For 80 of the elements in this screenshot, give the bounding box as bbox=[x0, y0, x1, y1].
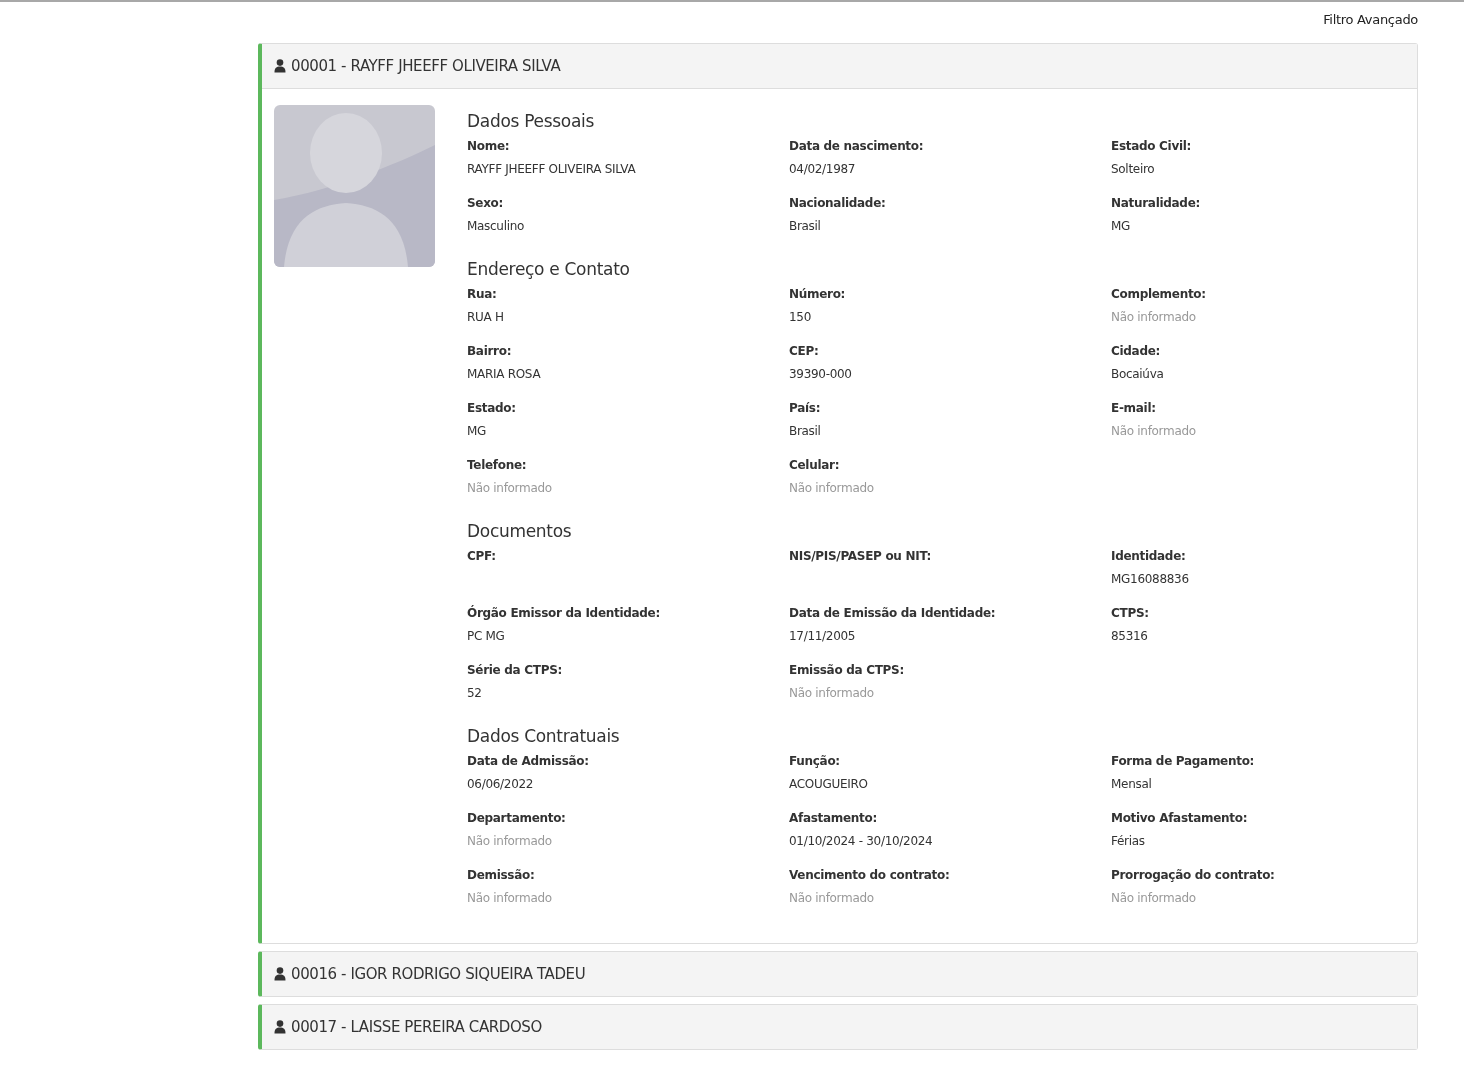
field-label: Naturalidade: bbox=[1111, 196, 1201, 210]
field-label: Celular: bbox=[789, 458, 841, 472]
field-label: Data de Admissão: bbox=[467, 754, 590, 768]
field-value: MG bbox=[467, 424, 488, 438]
field-value: Brasil bbox=[789, 424, 822, 438]
user-icon bbox=[274, 59, 286, 73]
field-value: RAYFF JHEEFF OLIVEIRA SILVA bbox=[467, 162, 637, 176]
field-label: Sexo: bbox=[467, 196, 505, 210]
field-label: NIS/PIS/PASEP ou NIT: bbox=[789, 549, 933, 563]
field-label: E-mail: bbox=[1111, 401, 1157, 415]
field-label: Estado Civil: bbox=[1111, 139, 1193, 153]
field-label: CTPS: bbox=[1111, 606, 1150, 620]
field-value: Bocaiúva bbox=[1111, 367, 1165, 381]
field-label: Bairro: bbox=[467, 344, 513, 358]
field-label: Telefone: bbox=[467, 458, 528, 472]
employee-title: 00016 - IGOR RODRIGO SIQUEIRA TADEU bbox=[291, 965, 586, 983]
employee-header[interactable]: 00016 - IGOR RODRIGO SIQUEIRA TADEU bbox=[262, 952, 1417, 996]
field-label: Demissão: bbox=[467, 868, 536, 882]
field-label: Vencimento do contrato: bbox=[789, 868, 951, 882]
field-value: 17/11/2005 bbox=[789, 629, 857, 643]
field-label: Data de nascimento: bbox=[789, 139, 925, 153]
field-value: Não informado bbox=[467, 891, 553, 905]
field-label: Nome: bbox=[467, 139, 511, 153]
field-value: RUA H bbox=[467, 310, 505, 324]
section-title: Dados Contratuais bbox=[467, 726, 621, 746]
employee-title: 00017 - LAISSE PEREIRA CARDOSO bbox=[291, 1018, 542, 1036]
field-value: MARIA ROSA bbox=[467, 367, 542, 381]
field-value: Mensal bbox=[1111, 777, 1153, 791]
field-value: Não informado bbox=[1111, 310, 1197, 324]
field-label: Função: bbox=[789, 754, 841, 768]
field-value: 06/06/2022 bbox=[467, 777, 535, 791]
field-value: 01/10/2024 - 30/10/2024 bbox=[789, 834, 934, 848]
field-value: 150 bbox=[789, 310, 812, 324]
field-value: 39390-000 bbox=[789, 367, 853, 381]
field-value: Não informado bbox=[789, 891, 875, 905]
field-label: Forma de Pagamento: bbox=[1111, 754, 1256, 768]
field-label: Complemento: bbox=[1111, 287, 1207, 301]
field-value: MG16088836 bbox=[1111, 572, 1190, 586]
field-value: Não informado bbox=[1111, 424, 1197, 438]
field-label: Prorrogação do contrato: bbox=[1111, 868, 1276, 882]
field-label: País: bbox=[789, 401, 822, 415]
field-value: 52 bbox=[467, 686, 483, 700]
field-label: Rua: bbox=[467, 287, 498, 301]
field-value: Solteiro bbox=[1111, 162, 1156, 176]
section-title: Endereço e Contato bbox=[467, 259, 631, 279]
field-value: MG bbox=[1111, 219, 1132, 233]
field-value: Brasil bbox=[789, 219, 822, 233]
field-label: Cidade: bbox=[1111, 344, 1162, 358]
field-label: Data de Emissão da Identidade: bbox=[789, 606, 997, 620]
employee-header[interactable]: 00001 - RAYFF JHEEFF OLIVEIRA SILVA bbox=[262, 44, 1417, 88]
field-value: Férias bbox=[1111, 834, 1146, 848]
field-label: Afastamento: bbox=[789, 811, 878, 825]
advanced-filter-link[interactable]: Filtro Avançado bbox=[1323, 12, 1418, 27]
field-value: ACOUGUEIRO bbox=[789, 777, 869, 791]
employee-header[interactable]: 00017 - LAISSE PEREIRA CARDOSO bbox=[262, 1005, 1417, 1049]
field-label: Motivo Afastamento: bbox=[1111, 811, 1249, 825]
user-icon bbox=[274, 967, 286, 981]
field-value: Não informado bbox=[789, 686, 875, 700]
field-label: Departamento: bbox=[467, 811, 567, 825]
field-value: Não informado bbox=[467, 481, 553, 495]
section-title: Dados Pessoais bbox=[467, 111, 595, 131]
field-label: Estado: bbox=[467, 401, 517, 415]
field-value: Masculino bbox=[467, 219, 526, 233]
field-label: Órgão Emissor da Identidade: bbox=[467, 606, 661, 620]
field-value: Não informado bbox=[467, 834, 553, 848]
field-label: Nacionalidade: bbox=[789, 196, 887, 210]
field-value: PC MG bbox=[467, 629, 506, 643]
field-value: Não informado bbox=[789, 481, 875, 495]
field-value: 85316 bbox=[1111, 629, 1149, 643]
field-value: 04/02/1987 bbox=[789, 162, 857, 176]
field-label: CEP: bbox=[789, 344, 820, 358]
section-title: Documentos bbox=[467, 521, 573, 541]
field-label: Emissão da CTPS: bbox=[789, 663, 905, 677]
field-label: Número: bbox=[789, 287, 847, 301]
field-label: Série da CTPS: bbox=[467, 663, 564, 677]
field-label: CPF: bbox=[467, 549, 497, 563]
field-value: Não informado bbox=[1111, 891, 1197, 905]
user-icon bbox=[274, 1020, 286, 1034]
field-label: Identidade: bbox=[1111, 549, 1187, 563]
employee-title: 00001 - RAYFF JHEEFF OLIVEIRA SILVA bbox=[291, 57, 561, 75]
